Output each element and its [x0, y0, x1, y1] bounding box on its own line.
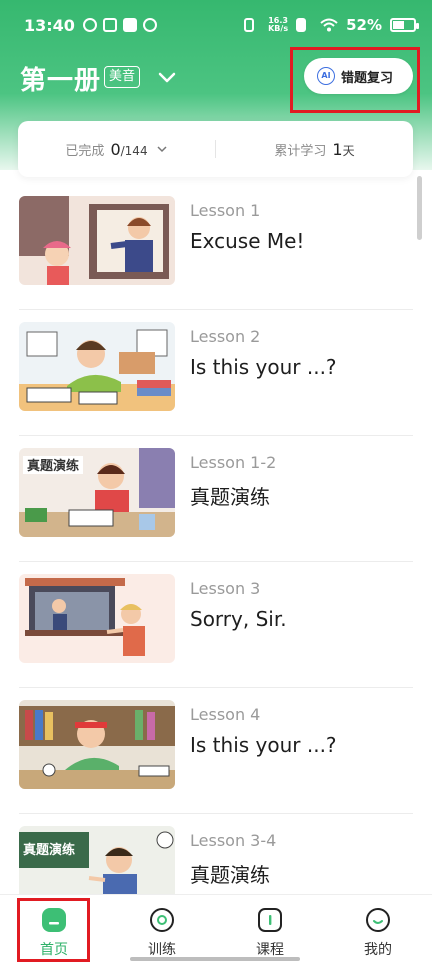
accent-badge[interactable]: 美音 — [104, 66, 141, 88]
chevron-down-icon — [157, 146, 167, 153]
progress-card: 已完成 0 /144 累计学习 1 天 — [18, 121, 413, 177]
battery-icon — [390, 18, 419, 32]
completed-section[interactable]: 已完成 0 /144 — [18, 140, 215, 159]
lesson-illustration — [19, 322, 175, 411]
lesson-illustration — [19, 700, 175, 789]
lesson-illustration — [19, 196, 175, 285]
profile-icon — [366, 908, 390, 932]
course-icon — [258, 908, 282, 932]
nav-item-profile[interactable]: 我的 — [324, 895, 432, 964]
vibrate-icon — [244, 18, 255, 32]
lesson-title: Sorry, Sir. — [190, 607, 287, 631]
lesson-item[interactable]: Lesson 1 Excuse Me! — [0, 184, 432, 310]
sim-icon — [296, 18, 307, 32]
study-days-section: 累计学习 1 天 — [216, 140, 413, 159]
thumbnail-text: 真题演练 — [27, 458, 79, 474]
lesson-thumbnail — [19, 196, 175, 285]
nav-label: 训练 — [148, 942, 176, 958]
wifi-icon — [320, 18, 338, 32]
thumbnail-text: 真题演练 — [23, 842, 75, 858]
chevron-down-icon[interactable] — [156, 66, 178, 88]
status-time: 13:40 — [24, 15, 75, 35]
completed-total: /144 — [120, 143, 148, 158]
lesson-illustration: 真题演练 — [19, 448, 175, 537]
nav-label: 我的 — [364, 942, 392, 958]
lesson-item[interactable]: Lesson 3 Sorry, Sir. — [0, 562, 432, 688]
lesson-illustration — [19, 574, 175, 663]
lesson-number: Lesson 3-4 — [190, 831, 277, 850]
ai-icon: AI — [317, 67, 335, 85]
lesson-thumbnail — [19, 700, 175, 789]
study-days-label: 累计学习 — [274, 143, 327, 159]
nav-label: 课程 — [256, 942, 284, 958]
lesson-title: Is this your ...? — [190, 355, 337, 379]
lesson-number: Lesson 4 — [190, 705, 261, 724]
lesson-title: Is this your ...? — [190, 733, 337, 757]
lesson-list: Lesson 1 Excuse Me! Lesson 2 Is this you… — [0, 184, 432, 940]
lesson-item[interactable]: Lesson 4 Is this your ...? — [0, 688, 432, 814]
app-screen: 13:40 16.3 KB/s 52% 第一册 美音 AI 错题复习 已完成 0… — [0, 0, 432, 964]
lesson-title: 真题演练 — [190, 485, 270, 509]
lesson-number: Lesson 3 — [190, 579, 261, 598]
study-days-value: 1 — [332, 139, 343, 159]
network-speed-unit: KB/s — [268, 24, 289, 33]
lesson-thumbnail — [19, 322, 175, 411]
home-nav-highlight — [17, 898, 90, 962]
mistake-review-button[interactable]: AI 错题复习 — [304, 58, 413, 94]
network-speed: 16.3 KB/s — [268, 17, 288, 33]
training-icon — [150, 908, 174, 932]
battery-percent: 52% — [346, 16, 382, 34]
completed-value: 0 — [110, 139, 121, 159]
mistake-review-label: 错题复习 — [341, 70, 394, 86]
lesson-thumbnail: 真题演练 — [19, 448, 175, 537]
lesson-number: Lesson 1-2 — [190, 453, 277, 472]
shopping-notification-icon — [122, 18, 137, 32]
lesson-number: Lesson 1 — [190, 201, 261, 220]
status-right: 16.3 KB/s 52% — [244, 16, 419, 34]
study-days-unit: 天 — [342, 143, 355, 158]
book-title[interactable]: 第一册 — [20, 60, 101, 97]
lesson-item[interactable]: Lesson 2 Is this your ...? — [0, 310, 432, 436]
lesson-thumbnail — [19, 574, 175, 663]
fan-notification-icon — [142, 18, 157, 32]
lesson-title: Excuse Me! — [190, 229, 305, 253]
lesson-item[interactable]: 真题演练 Lesson 1-2 真题演练 — [0, 436, 432, 562]
completed-label: 已完成 — [65, 143, 105, 159]
lesson-title: 真题演练 — [190, 863, 270, 887]
status-bar: 13:40 16.3 KB/s 52% — [0, 0, 432, 50]
nav-item-course[interactable]: 课程 — [216, 895, 324, 964]
lesson-number: Lesson 2 — [190, 327, 261, 346]
app-notification-icon — [82, 18, 97, 32]
home-indicator[interactable] — [130, 957, 300, 961]
calendar-notification-icon — [102, 18, 117, 32]
nav-item-training[interactable]: 训练 — [108, 895, 216, 964]
